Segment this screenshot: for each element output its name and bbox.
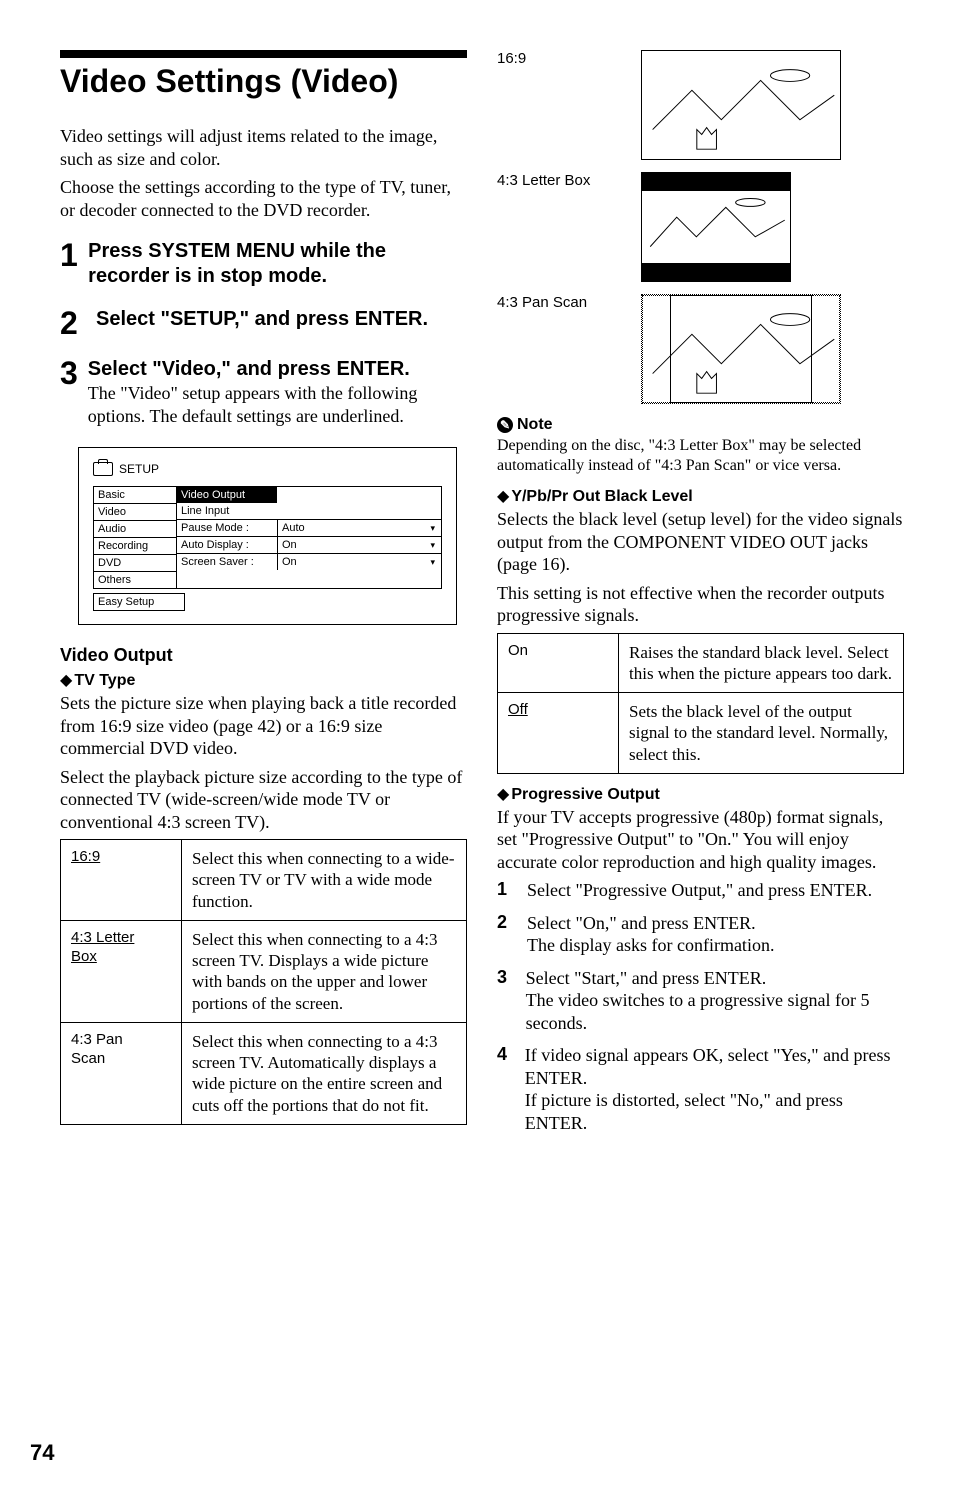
landscape-icon: [642, 173, 790, 281]
step-heading: Select "SETUP," and press ENTER.: [96, 307, 428, 332]
note-body: Depending on the disc, "4:3 Letter Box" …: [497, 436, 904, 476]
step-number: 3: [60, 357, 78, 389]
landscape-icon: [642, 295, 840, 403]
page-number: 74: [30, 1440, 54, 1466]
setup-tab: Video Output: [177, 487, 277, 503]
option-value: Select this when connecting to a 4:3 scr…: [182, 920, 467, 1022]
step-2: 2 Select "SETUP," and press ENTER.: [60, 307, 467, 339]
progressive-heading: Progressive Output: [497, 784, 904, 804]
step-number: 4: [497, 1044, 513, 1065]
thumb-label: 16:9: [497, 50, 617, 67]
list-item: 3 Select "Start," and press ENTER. The v…: [497, 967, 904, 1035]
setup-label: SETUP: [119, 462, 159, 476]
option-key: 4:3 PanScan: [71, 1031, 123, 1067]
step-text: Select "Progressive Output," and press E…: [527, 879, 872, 902]
step-text: If video signal appears OK, select "Yes,…: [525, 1044, 904, 1134]
toolbox-icon: [93, 462, 113, 476]
progressive-body: If your TV accepts progressive (480p) fo…: [497, 806, 904, 874]
setup-nav-item: Recording: [94, 538, 176, 555]
progressive-steps: 1 Select "Progressive Output," and press…: [497, 879, 904, 1134]
option-value: Select this when connecting to a 4:3 scr…: [182, 1022, 467, 1124]
setup-nav-item: Audio: [94, 521, 176, 538]
setup-value: On▾: [278, 537, 441, 554]
option-key: Off: [508, 701, 528, 718]
setup-value: Auto▾: [278, 520, 441, 537]
table-row: 4:3 LetterBox Select this when connectin…: [61, 920, 467, 1022]
step-text: Select "Start," and press ENTER. The vid…: [526, 967, 904, 1035]
option-value: Sets the black level of the output signa…: [619, 693, 904, 774]
ypbpr-body: This setting is not effective when the r…: [497, 582, 904, 627]
setup-nav: Basic Video Audio Recording DVD Others: [93, 486, 176, 589]
landscape-icon: [642, 51, 840, 159]
setup-key: Pause Mode :: [177, 520, 277, 537]
tv-type-heading: TV Type: [60, 670, 467, 690]
tv-type-body: Sets the picture size when playing back …: [60, 692, 467, 760]
table-row: On Raises the standard black level. Sele…: [498, 633, 904, 693]
caret-icon: ▾: [430, 520, 435, 536]
table-row: 4:3 PanScan Select this when connecting …: [61, 1022, 467, 1124]
table-row: 16:9 Select this when connecting to a wi…: [61, 840, 467, 921]
note-icon: ✎: [497, 417, 513, 433]
tv-type-body: Select the playback picture size accordi…: [60, 766, 467, 834]
thumb-row: 4:3 Letter Box: [497, 172, 904, 282]
caret-icon: ▾: [430, 554, 435, 570]
page-title: Video Settings (Video): [60, 64, 467, 99]
step-body: The "Video" setup appears with the follo…: [88, 382, 467, 427]
step-number: 1: [60, 239, 78, 271]
option-key: 16:9: [71, 848, 100, 865]
thumb-row: 16:9: [497, 50, 904, 160]
setup-nav-item: Basic: [94, 487, 176, 504]
setup-nav-item: DVD: [94, 555, 176, 572]
thumb-panscan: [641, 294, 841, 404]
list-item: 4 If video signal appears OK, select "Ye…: [497, 1044, 904, 1134]
thumb-label: 4:3 Letter Box: [497, 172, 617, 189]
intro-paragraph-2: Choose the settings according to the typ…: [60, 176, 467, 221]
step-number: 3: [497, 967, 514, 988]
option-value: Raises the standard black level. Select …: [619, 633, 904, 693]
ypbpr-heading: Y/Pb/Pr Out Black Level: [497, 486, 904, 506]
section-rule: [60, 50, 467, 58]
setup-screenshot: SETUP Basic Video Audio Recording DVD Ot…: [78, 447, 457, 625]
step-heading: Press SYSTEM MENU while the recorder is …: [88, 239, 467, 289]
ypbpr-table: On Raises the standard black level. Sele…: [497, 633, 904, 774]
intro-paragraph-1: Video settings will adjust items related…: [60, 125, 467, 170]
caret-icon: ▾: [430, 537, 435, 553]
option-value: Select this when connecting to a wide-sc…: [182, 840, 467, 921]
setup-nav-item: Video: [94, 504, 176, 521]
video-output-heading: Video Output: [60, 645, 467, 666]
step-number: 1: [497, 879, 515, 900]
note-heading: ✎Note: [497, 416, 904, 434]
setup-keys: Pause Mode : Auto Display : Screen Saver…: [177, 520, 278, 570]
step-text: Select "On," and press ENTER. The displa…: [527, 912, 774, 957]
list-item: 1 Select "Progressive Output," and press…: [497, 879, 904, 902]
setup-easy: Easy Setup: [93, 593, 185, 611]
thumb-letterbox: [641, 172, 791, 282]
thumb-label: 4:3 Pan Scan: [497, 294, 617, 311]
option-key: On: [508, 642, 528, 659]
thumb-row: 4:3 Pan Scan: [497, 294, 904, 404]
option-key: 4:3 LetterBox: [71, 929, 134, 965]
step-heading: Select "Video," and press ENTER.: [88, 357, 467, 382]
step-1: 1 Press SYSTEM MENU while the recorder i…: [60, 239, 467, 289]
setup-key: Auto Display :: [177, 537, 277, 554]
step-number: 2: [497, 912, 515, 933]
setup-key: Screen Saver :: [177, 554, 277, 570]
step-number: 2: [60, 307, 86, 339]
step-3: 3 Select "Video," and press ENTER. The "…: [60, 357, 467, 427]
thumb-16-9: [641, 50, 841, 160]
table-row: Off Sets the black level of the output s…: [498, 693, 904, 774]
setup-nav-item: Others: [94, 572, 176, 588]
setup-row: Line Input: [177, 503, 441, 520]
list-item: 2 Select "On," and press ENTER. The disp…: [497, 912, 904, 957]
ypbpr-body: Selects the black level (setup level) fo…: [497, 508, 904, 576]
tv-type-table: 16:9 Select this when connecting to a wi…: [60, 839, 467, 1125]
setup-value: On▾: [278, 554, 441, 570]
setup-values: Auto▾ On▾ On▾: [278, 520, 441, 570]
